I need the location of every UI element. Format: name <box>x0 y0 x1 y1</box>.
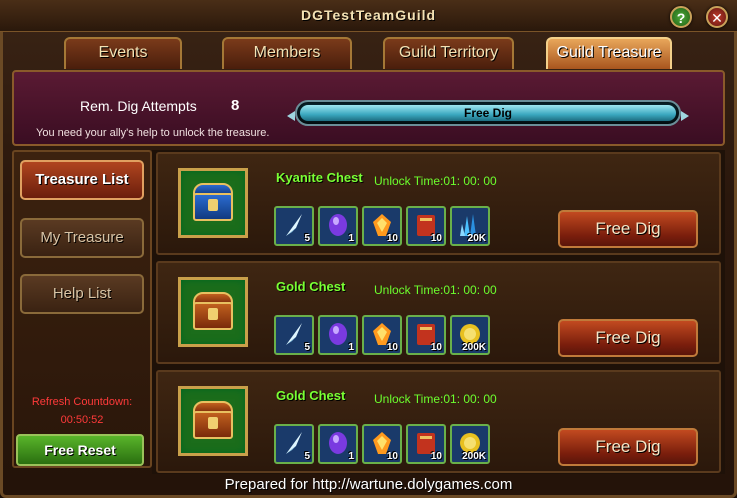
refresh-countdown-value: 00:50:52 <box>60 414 104 426</box>
bar-arrow-left-icon <box>287 111 295 121</box>
unlock-time: Unlock Time:01: 00: 00 <box>374 174 497 188</box>
chest-name: Kyanite Chest <box>276 170 363 185</box>
reward-orb-egg-icon[interactable]: 1 <box>318 315 358 355</box>
close-icon[interactable]: ✕ <box>706 6 728 28</box>
bar-arrow-right-icon <box>681 111 689 121</box>
unlock-hint: You need your ally's help to unlock the … <box>36 127 270 139</box>
free-dig-button[interactable]: Free Dig <box>558 210 698 248</box>
free-dig-button[interactable]: Free Dig <box>558 319 698 357</box>
chest-name: Gold Chest <box>276 279 346 294</box>
reward-crystal-feather-icon[interactable]: 5 <box>274 206 314 246</box>
free-dig-button[interactable]: Free Dig <box>558 428 698 466</box>
window-title: DGTestTeamGuild <box>300 7 437 23</box>
help-icon[interactable]: ? <box>670 6 692 28</box>
dig-status-panel: Rem. Dig Attempts 8 Free Dig You need yo… <box>12 70 725 146</box>
reward-fire-gem-icon[interactable]: 10 <box>362 424 402 464</box>
reward-book-icon[interactable]: 10 <box>406 315 446 355</box>
refresh-countdown-label: Refresh Countdown: <box>31 396 133 408</box>
reward-crystal-feather-icon[interactable]: 5 <box>274 424 314 464</box>
sidebar-item-my-treasure[interactable]: My Treasure <box>20 218 144 258</box>
dig-attempts-value: 8 <box>231 97 240 114</box>
tab-guild-treasure[interactable]: Guild Treasure <box>546 37 672 69</box>
chest-name: Gold Chest <box>276 388 346 403</box>
unlock-time: Unlock Time:01: 00: 00 <box>374 392 497 406</box>
reward-crystal-feather-icon[interactable]: 5 <box>274 315 314 355</box>
reward-book-icon[interactable]: 10 <box>406 424 446 464</box>
treasure-row: Gold Chest Unlock Time:01: 00: 00 5 1 10… <box>156 261 721 364</box>
gold-chest-icon <box>178 386 248 456</box>
reward-orb-egg-icon[interactable]: 1 <box>318 206 358 246</box>
gold-chest-icon <box>178 277 248 347</box>
reward-orb-egg-icon[interactable]: 1 <box>318 424 358 464</box>
sidebar-item-help-list[interactable]: Help List <box>20 274 144 314</box>
free-dig-bar: Free Dig <box>287 100 689 126</box>
treasure-row: Kyanite Chest Unlock Time:01: 00: 00 5 1… <box>156 152 721 255</box>
sidebar-item-treasure-list[interactable]: Treasure List <box>20 160 144 200</box>
unlock-time: Unlock Time:01: 00: 00 <box>374 283 497 297</box>
reward-fire-gem-icon[interactable]: 10 <box>362 315 402 355</box>
tab-guild-territory[interactable]: Guild Territory <box>383 37 514 69</box>
kyanite-chest-icon <box>178 168 248 238</box>
reward-book-icon[interactable]: 10 <box>406 206 446 246</box>
sidebar: Treasure List My Treasure Help List Refr… <box>12 150 152 468</box>
reward-gold-coin-icon[interactable]: 200K <box>450 424 490 464</box>
tab-members[interactable]: Members <box>222 37 352 69</box>
reward-kyanite-crystal-icon[interactable]: 20K <box>450 206 490 246</box>
reward-gold-coin-icon[interactable]: 200K <box>450 315 490 355</box>
treasure-list: Kyanite Chest Unlock Time:01: 00: 00 5 1… <box>152 150 725 474</box>
title-bar: DGTestTeamGuild ? ✕ <box>0 0 737 32</box>
free-reset-button[interactable]: Free Reset <box>16 434 144 466</box>
treasure-row: Gold Chest Unlock Time:01: 00: 00 5 1 10… <box>156 370 721 473</box>
free-dig-bar-label: Free Dig <box>463 106 512 120</box>
footer-watermark: Prepared for http://wartune.dolygames.co… <box>224 476 513 493</box>
dig-attempts-label: Rem. Dig Attempts <box>80 98 197 114</box>
tab-events[interactable]: Events <box>64 37 182 69</box>
reward-fire-gem-icon[interactable]: 10 <box>362 206 402 246</box>
